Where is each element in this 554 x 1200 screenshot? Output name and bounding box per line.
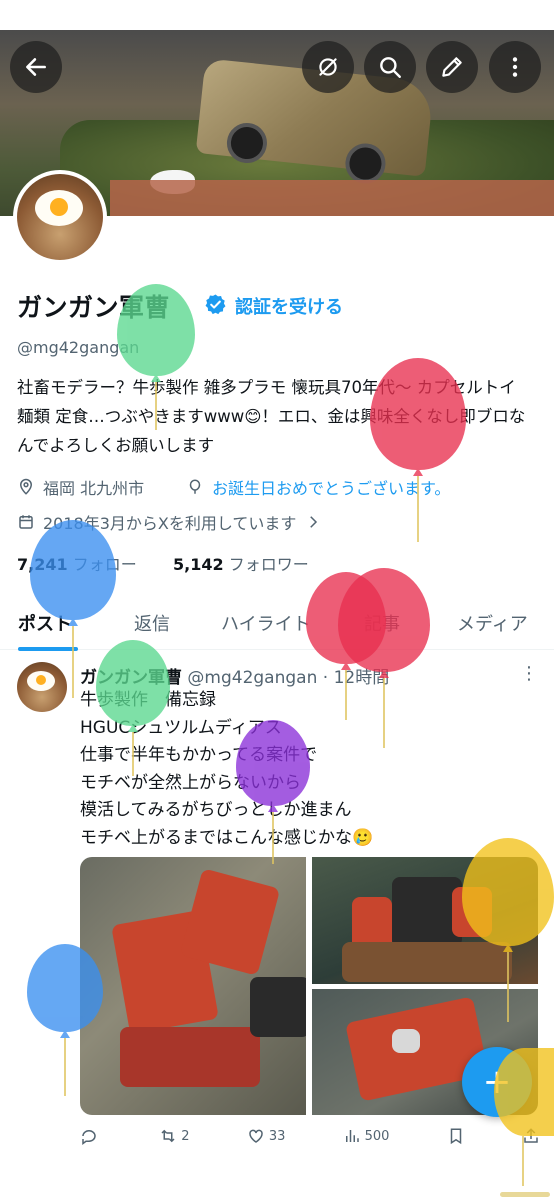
post-handle-time: @mg42gangan · 12時間 [187, 668, 390, 688]
status-bar-area [0, 0, 554, 30]
get-verified-link[interactable]: 認証を受ける [235, 293, 343, 319]
profile-birthday[interactable]: お誕生日おめでとうございます。 [186, 475, 450, 499]
home-indicator [500, 1192, 550, 1197]
views-action[interactable]: 500 [343, 1126, 389, 1146]
mute-notifications-button[interactable] [302, 41, 354, 93]
followers-label: フォロワー [228, 555, 309, 574]
reply-icon [82, 1130, 96, 1145]
like-action[interactable]: 33 [247, 1126, 285, 1146]
share-icon [524, 1128, 538, 1143]
tab-media[interactable]: メディア [457, 610, 528, 636]
post-image-1[interactable] [80, 857, 306, 1115]
tab-replies[interactable]: 返信 [134, 610, 170, 636]
heart-icon [249, 1129, 263, 1143]
repost-icon [161, 1129, 175, 1143]
followers-count: 5,142 [173, 555, 224, 574]
profile-joined[interactable]: 2018年3月からXを利用しています [17, 510, 322, 534]
chevron-right-icon [310, 516, 318, 528]
edit-icon [442, 57, 462, 77]
post-header: ガンガン軍曹 @mg42gangan · 12時間 [80, 663, 389, 688]
tab-posts[interactable]: ポスト [18, 610, 72, 636]
profile-handle: @mg42gangan [17, 338, 140, 357]
post-image-2[interactable] [312, 857, 538, 984]
reply-action[interactable] [80, 1126, 102, 1146]
bookmark-icon [450, 1128, 461, 1145]
following-stat[interactable]: 7,241 フォロー [17, 551, 137, 575]
balloon-icon [189, 479, 201, 494]
share-action[interactable] [522, 1126, 540, 1146]
post-actions: 2 33 500 [80, 1126, 540, 1146]
views-icon [345, 1130, 359, 1142]
following-count: 7,241 [17, 555, 68, 574]
no-notifications-icon [319, 58, 337, 76]
verified-badge-icon[interactable] [204, 293, 227, 316]
more-options-button[interactable] [489, 41, 541, 93]
joined-text: 2018年3月からXを利用しています [43, 514, 297, 533]
calendar-icon [19, 515, 33, 529]
location-pin-icon [19, 478, 33, 495]
profile-bio: 社畜モデラー？牛歩製作 雑多プラモ 懐玩具70年代～ カプセルトイ 麺類 定食…… [17, 378, 526, 455]
banner-brick-wall [110, 180, 554, 216]
profile-location: 福岡 北九州市 [17, 475, 144, 499]
arrow-left-icon [26, 58, 46, 76]
following-label: フォロー [72, 555, 137, 574]
active-tab-indicator [18, 647, 78, 651]
more-vertical-icon [512, 57, 518, 77]
edit-button[interactable] [426, 41, 478, 93]
profile-avatar[interactable] [13, 170, 107, 264]
profile-tabs: ポスト 返信 ハイライト 記事 メディア [0, 596, 554, 650]
search-button[interactable] [364, 41, 416, 93]
post-more-button[interactable]: ⋮ [520, 663, 538, 684]
post-author[interactable]: ガンガン軍曹 [80, 668, 182, 688]
repost-action[interactable]: 2 [159, 1126, 190, 1146]
search-icon [380, 57, 401, 78]
tab-highlights[interactable]: ハイライト [221, 610, 311, 636]
birthday-text[interactable]: お誕生日おめでとうございます。 [212, 475, 450, 499]
location-text: 福岡 北九州市 [43, 479, 145, 498]
bookmark-action[interactable] [447, 1126, 465, 1146]
tab-articles[interactable]: 記事 [364, 610, 400, 636]
post-text: 牛歩製作 備忘録 HGUCシュツルムディアス 仕事で半年もかかってる案件で モチ… [80, 690, 374, 848]
post-avatar[interactable] [17, 662, 67, 712]
back-button[interactable] [10, 41, 62, 93]
followers-stat[interactable]: 5,142 フォロワー [173, 551, 309, 575]
profile-name: ガンガン軍曹 [17, 293, 171, 322]
compose-post-button[interactable]: + [462, 1047, 532, 1117]
avatar-image [17, 174, 103, 260]
